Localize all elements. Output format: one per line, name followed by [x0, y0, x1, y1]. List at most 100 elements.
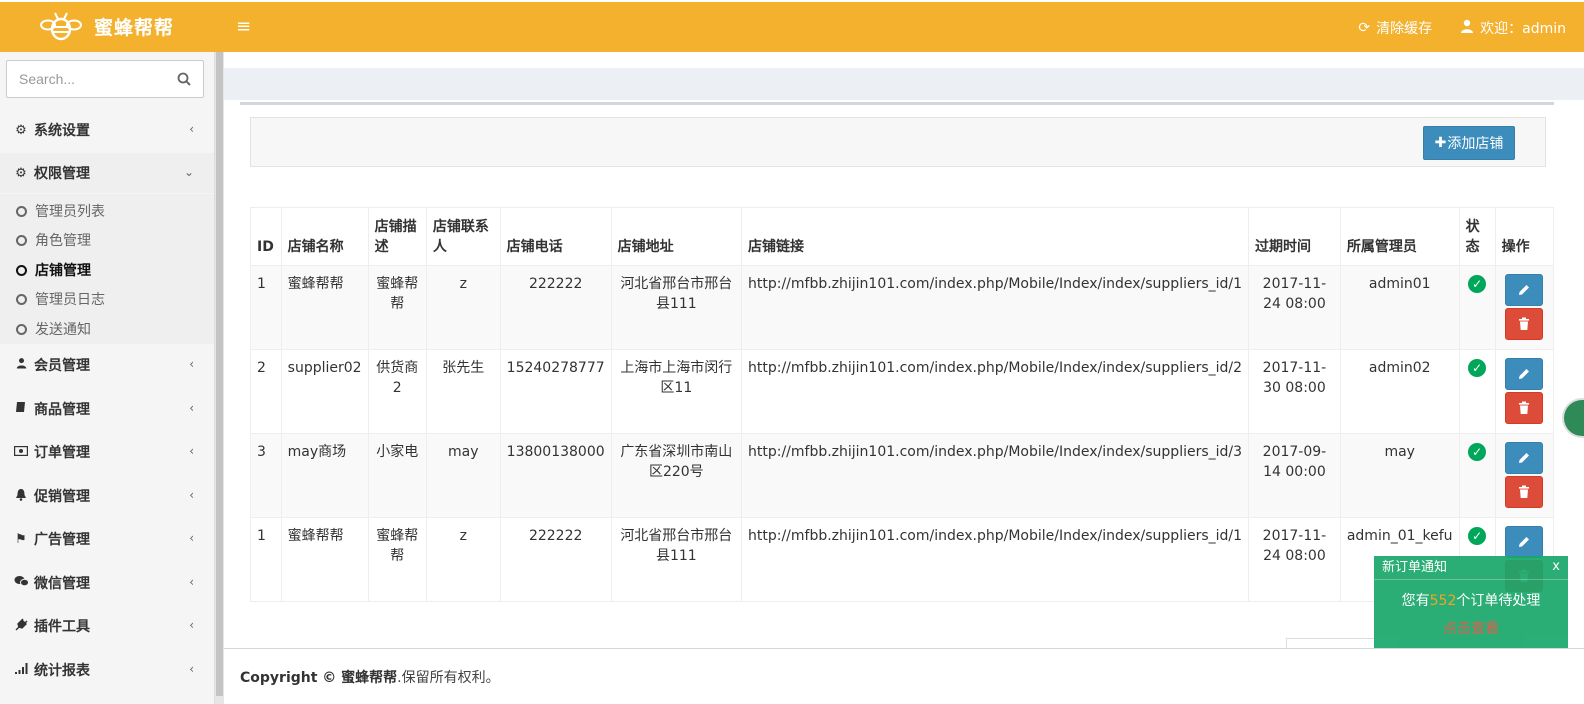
footer: Copyright © 蜜蜂帮帮 .保留所有权利。 [224, 648, 1584, 704]
search-icon[interactable] [177, 72, 191, 86]
add-shop-button[interactable]: ✚ 添加店铺 [1423, 126, 1515, 160]
table-row: 1 蜜蜂帮帮 蜜蜂帮帮 z 222222 河北省邢台市邢台县111 http:/… [250, 517, 1555, 602]
edit-button[interactable] [1505, 442, 1544, 474]
submenu-item-roles[interactable]: 角色管理 [0, 225, 214, 255]
cell-id: 2 [250, 349, 282, 434]
trash-icon [1519, 485, 1530, 498]
sidebar-item-plugins[interactable]: 插件工具 ‹ [0, 606, 214, 646]
cell-actions [1494, 433, 1555, 518]
close-icon[interactable]: x [1552, 559, 1560, 574]
notification-title: 新订单通知 [1374, 556, 1568, 580]
flag-icon: ⚑ [15, 531, 27, 547]
user-icon [1460, 19, 1474, 37]
sidebar-item-members[interactable]: 会员管理 ‹ [0, 345, 214, 385]
check-circle-icon[interactable]: ✓ [1468, 443, 1487, 461]
edit-button[interactable] [1505, 526, 1544, 558]
sidebar-item-permissions[interactable]: ⚙ 权限管理 ⌄ [0, 153, 214, 193]
col-header-desc[interactable]: 店铺描述 [367, 207, 427, 266]
col-header-id[interactable]: ID [250, 207, 282, 266]
bell-icon [14, 488, 28, 505]
col-header-contact[interactable]: 店铺联系人 [425, 207, 501, 266]
cell-address: 广东省深圳市南山区220号 [610, 433, 742, 518]
sidebar-item-ads[interactable]: ⚑ 广告管理 ‹ [0, 519, 214, 559]
submenu-item-shops[interactable]: 店铺管理 [0, 255, 214, 285]
signal-icon [14, 662, 28, 678]
cell-actions [1494, 349, 1555, 434]
search-input[interactable] [7, 61, 175, 97]
submenu-item-label: 角色管理 [35, 233, 91, 249]
cell-contact: 张先生 [425, 349, 501, 434]
sidebar-item-wechat[interactable]: 微信管理 ‹ [0, 563, 214, 603]
sidebar-item-label: 微信管理 [34, 576, 90, 592]
user-menu[interactable]: 欢迎：admin [1460, 18, 1566, 38]
floating-widget[interactable] [1562, 398, 1584, 438]
edit-button[interactable] [1505, 274, 1544, 306]
check-circle-icon[interactable]: ✓ [1468, 527, 1487, 545]
cell-admin: may [1339, 433, 1460, 518]
add-shop-label: 添加店铺 [1447, 136, 1504, 152]
cell-contact: z [425, 517, 501, 602]
col-header-expire[interactable]: 过期时间 [1248, 207, 1341, 266]
sidebar-item-promotions[interactable]: 促销管理 ‹ [0, 476, 214, 516]
pending-order-count: 552 [1429, 593, 1457, 609]
circle-icon [16, 264, 27, 276]
col-header-phone[interactable]: 店铺电话 [499, 207, 612, 266]
scrollbar-thumb[interactable] [216, 52, 223, 696]
table-row: 2 supplier02 供货商2 张先生 15240278777 上海市上海市… [250, 349, 1555, 434]
col-header-status[interactable]: 状态 [1458, 207, 1496, 266]
delete-button[interactable] [1505, 392, 1544, 424]
sidebar-item-label: 订单管理 [34, 445, 90, 461]
check-circle-icon[interactable]: ✓ [1468, 359, 1487, 377]
cell-address: 上海市上海市闵行区11 [610, 349, 742, 434]
sidebar-toggle-button[interactable]: ≡ [236, 18, 251, 36]
col-header-admin[interactable]: 所属管理员 [1339, 207, 1460, 266]
sidebar-item-label: 商品管理 [34, 402, 90, 418]
cell-link: http://mfbb.zhijin101.com/index.php/Mobi… [740, 265, 1250, 350]
sidebar-item-products[interactable]: 商品管理 ‹ [0, 389, 214, 429]
chevron-left-icon: ‹ [189, 618, 194, 632]
sidebar-item-label: 权限管理 [34, 166, 90, 182]
gears-icon: ⚙ [15, 165, 27, 181]
sidebar-scrollbar[interactable] [214, 52, 224, 704]
delete-button[interactable] [1505, 476, 1544, 508]
clear-cache-link[interactable]: ⟳ 清除缓存 [1358, 18, 1432, 38]
cell-contact: z [425, 265, 501, 350]
cell-desc: 蜜蜂帮帮 [367, 265, 427, 350]
sidebar-item-reports[interactable]: 统计报表 ‹ [0, 650, 214, 690]
col-header-address[interactable]: 店铺地址 [610, 207, 742, 266]
chevron-left-icon: ‹ [189, 122, 194, 136]
table-row: 1 蜜蜂帮帮 蜜蜂帮帮 z 222222 河北省邢台市邢台县111 http:/… [250, 265, 1555, 350]
bee-icon [40, 12, 82, 41]
chevron-down-icon: ⌄ [183, 165, 194, 179]
circle-icon [16, 234, 27, 246]
cell-phone: 15240278777 [499, 349, 612, 434]
sidebar-item-orders[interactable]: 订单管理 ‹ [0, 432, 214, 472]
cell-id: 1 [250, 517, 282, 602]
chevron-left-icon: ‹ [189, 575, 194, 589]
cell-expire: 2017-11-24 08:00 [1248, 265, 1341, 350]
view-orders-link[interactable]: 点击查看 [1374, 618, 1568, 638]
cell-link: http://mfbb.zhijin101.com/index.php/Mobi… [740, 349, 1250, 434]
check-circle-icon[interactable]: ✓ [1468, 275, 1487, 293]
sidebar-item-system-settings[interactable]: ⚙ 系统设置 ‹ [0, 110, 214, 150]
cell-link: http://mfbb.zhijin101.com/index.php/Mobi… [740, 433, 1250, 518]
col-header-name[interactable]: 店铺名称 [280, 207, 369, 266]
delete-button[interactable] [1505, 308, 1544, 340]
plus-icon: ✚ [1434, 135, 1447, 151]
submenu-item-admin-log[interactable]: 管理员日志 [0, 284, 214, 314]
cell-phone: 222222 [499, 517, 612, 602]
pencil-icon [1519, 453, 1530, 463]
submenu-item-admin-list[interactable]: 管理员列表 [0, 196, 214, 226]
pencil-icon [1519, 537, 1530, 547]
pencil-icon [1519, 285, 1530, 295]
cell-name: may商场 [280, 433, 369, 518]
brand-logo[interactable]: 蜜蜂帮帮 [40, 10, 174, 42]
col-header-link[interactable]: 店铺链接 [740, 207, 1250, 266]
plug-icon [14, 618, 28, 635]
sidebar-item-label: 系统设置 [34, 123, 90, 139]
cell-expire: 2017-11-30 08:00 [1248, 349, 1341, 434]
submenu-item-send-notice[interactable]: 发送通知 [0, 314, 214, 344]
submenu-item-label: 店铺管理 [35, 263, 91, 279]
shop-table: ID 店铺名称 店铺描述 店铺联系人 店铺电话 店铺地址 店铺链接 过期时间 所… [250, 207, 1555, 602]
edit-button[interactable] [1505, 358, 1544, 390]
